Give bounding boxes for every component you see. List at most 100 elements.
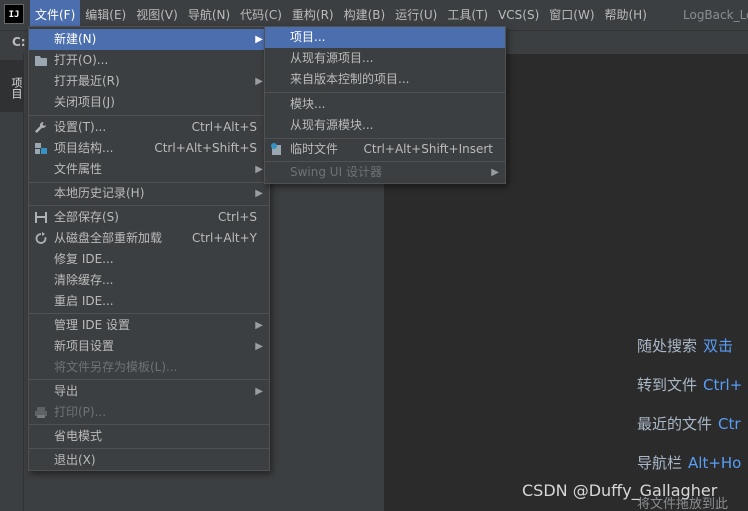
menu-item-export[interactable]: 导出 ▶ xyxy=(29,381,269,402)
save-icon xyxy=(35,212,47,223)
menu-item-reload-all[interactable]: 从磁盘全部重新加载 Ctrl+Alt+Y xyxy=(29,228,269,249)
hint-recent-files: 最近的文件 Ctr xyxy=(637,413,741,434)
menu-item-power-save-mode[interactable]: 省电模式 xyxy=(29,426,269,447)
submenu-item-scratch-file[interactable]: 临时文件 Ctrl+Alt+Shift+Insert xyxy=(265,139,505,160)
menu-item-label: 文件属性 xyxy=(54,162,103,176)
menu-separator xyxy=(29,379,269,380)
submenu-item-swing-ui-designer: Swing UI 设计器 ▶ xyxy=(265,162,505,183)
menu-item-open-recent[interactable]: 打开最近(R) ▶ xyxy=(29,71,269,92)
menu-item-manage-ide-settings[interactable]: 管理 IDE 设置 ▶ xyxy=(29,315,269,336)
menu-help[interactable]: 帮助(H) xyxy=(600,0,652,30)
project-tool-tab[interactable]: 项目 xyxy=(0,60,24,112)
menu-item-open[interactable]: 打开(O)... xyxy=(29,50,269,71)
menu-item-label: 修复 IDE... xyxy=(54,252,114,266)
menu-item-label: 设置(T)... xyxy=(54,120,107,134)
hint-search-everywhere: 随处搜索 双击 xyxy=(637,335,733,356)
menu-item-label: 打印(P)... xyxy=(54,405,107,419)
menu-item-label: 打开(O)... xyxy=(54,53,109,67)
menu-separator xyxy=(29,313,269,314)
menu-item-label: 从现有源项目... xyxy=(290,51,374,65)
menu-item-label: 本地历史记录(H) xyxy=(54,186,145,200)
menu-separator xyxy=(265,92,505,93)
menu-window[interactable]: 窗口(W) xyxy=(544,0,599,30)
drive-label[interactable]: C: xyxy=(12,35,26,49)
menu-item-label: 项目结构... xyxy=(54,141,114,155)
menu-item-label: 退出(X) xyxy=(54,453,96,467)
menu-item-local-history[interactable]: 本地历史记录(H) ▶ xyxy=(29,183,269,204)
menu-item-label: 清除缓存... xyxy=(54,273,114,287)
menu-item-shortcut: Ctrl+Alt+S xyxy=(191,120,257,134)
menu-item-label: 来自版本控制的项目... xyxy=(290,72,410,86)
menu-item-label: 打开最近(R) xyxy=(54,74,120,88)
menu-item-exit[interactable]: 退出(X) xyxy=(29,450,269,471)
menu-item-file-properties[interactable]: 文件属性 ▶ xyxy=(29,159,269,180)
menu-item-project-structure[interactable]: 项目结构... Ctrl+Alt+Shift+S xyxy=(29,138,269,159)
submenu-arrow-icon: ▶ xyxy=(491,167,499,178)
menu-separator xyxy=(29,448,269,449)
wrench-icon xyxy=(35,122,46,133)
menu-item-save-as-template: 将文件另存为模板(L)... xyxy=(29,357,269,378)
submenu-arrow-icon: ▶ xyxy=(255,76,263,87)
menu-separator xyxy=(29,205,269,206)
menu-item-label: 模块... xyxy=(290,97,326,111)
submenu-arrow-icon: ▶ xyxy=(255,386,263,397)
submenu-item-project-from-vcs[interactable]: 来自版本控制的项目... xyxy=(265,69,505,90)
menu-item-label: 新项目设置 xyxy=(54,339,115,353)
menu-item-label: 新建(N) xyxy=(54,32,97,46)
file-menu-dropdown: 新建(N) ▶ 打开(O)... 打开最近(R) ▶ 关闭项目(J) 设置(T)… xyxy=(28,26,270,471)
left-tool-stripe: 项目 xyxy=(0,54,24,511)
submenu-arrow-icon: ▶ xyxy=(255,34,263,45)
submenu-item-project-from-existing[interactable]: 从现有源项目... xyxy=(265,48,505,69)
submenu-arrow-icon: ▶ xyxy=(255,164,263,175)
menu-item-label: 重启 IDE... xyxy=(54,294,114,308)
menu-item-label: Swing UI 设计器 xyxy=(290,165,382,179)
hint-label: 最近的文件 xyxy=(637,415,713,433)
menu-item-shortcut: Ctrl+Alt+Shift+S xyxy=(154,141,257,155)
menu-item-repair-ide[interactable]: 修复 IDE... xyxy=(29,249,269,270)
submenu-item-module[interactable]: 模块... xyxy=(265,94,505,115)
new-submenu-dropdown: 项目... 从现有源项目... 来自版本控制的项目... 模块... 从现有源模… xyxy=(264,26,506,184)
project-structure-icon xyxy=(35,143,47,154)
menu-item-save-all[interactable]: 全部保存(S) Ctrl+S xyxy=(29,207,269,228)
menu-item-shortcut: Ctrl+Alt+Y xyxy=(191,231,257,245)
csdn-watermark: CSDN @Duffy_Gallagher xyxy=(522,481,718,500)
menu-item-new-project-settings[interactable]: 新项目设置 ▶ xyxy=(29,336,269,357)
menu-item-label: 将文件另存为模板(L)... xyxy=(54,360,178,374)
print-icon xyxy=(35,407,47,418)
menu-item-restart-ide[interactable]: 重启 IDE... xyxy=(29,291,269,312)
menu-separator xyxy=(29,424,269,425)
window-title: LogBack_Le xyxy=(683,8,748,22)
hint-key: Alt+Ho xyxy=(688,454,742,472)
submenu-arrow-icon: ▶ xyxy=(255,320,263,331)
menu-item-shortcut: Ctrl+S xyxy=(217,210,257,224)
hint-key: 双击 xyxy=(703,337,734,355)
menu-item-label: 全部保存(S) xyxy=(54,210,119,224)
project-tool-tab-label: 项目 xyxy=(10,77,23,99)
reload-icon xyxy=(35,232,47,244)
submenu-arrow-icon: ▶ xyxy=(255,341,263,352)
scratch-file-icon xyxy=(271,143,281,155)
menu-separator xyxy=(29,115,269,116)
intellij-logo-icon[interactable]: IJ xyxy=(4,4,24,24)
hint-label: 导航栏 xyxy=(637,454,683,472)
menu-item-shortcut: Ctrl+Alt+Shift+Insert xyxy=(363,142,493,156)
menu-item-label: 临时文件 xyxy=(290,142,339,156)
hint-label: 随处搜索 xyxy=(637,337,698,355)
menu-item-label: 从磁盘全部重新加载 xyxy=(54,231,163,245)
menu-item-close-project[interactable]: 关闭项目(J) xyxy=(29,92,269,113)
menu-item-settings[interactable]: 设置(T)... Ctrl+Alt+S xyxy=(29,117,269,138)
hint-key: Ctr xyxy=(718,415,741,433)
hint-navigation-bar: 导航栏 Alt+Ho xyxy=(637,452,741,473)
menu-item-label: 省电模式 xyxy=(54,429,103,443)
menu-item-label: 关闭项目(J) xyxy=(54,95,115,109)
hint-key: Ctrl+ xyxy=(703,376,743,394)
submenu-item-project[interactable]: 项目... xyxy=(265,27,505,48)
menu-item-label: 导出 xyxy=(54,384,79,398)
submenu-item-module-from-existing[interactable]: 从现有源模块... xyxy=(265,115,505,136)
menu-item-label: 从现有源模块... xyxy=(290,118,374,132)
menu-item-label: 管理 IDE 设置 xyxy=(54,318,130,332)
hint-label: 转到文件 xyxy=(637,376,698,394)
menu-item-invalidate-caches[interactable]: 清除缓存... xyxy=(29,270,269,291)
menu-item-new[interactable]: 新建(N) ▶ xyxy=(29,29,269,50)
hint-goto-file: 转到文件 Ctrl+ xyxy=(637,374,742,395)
